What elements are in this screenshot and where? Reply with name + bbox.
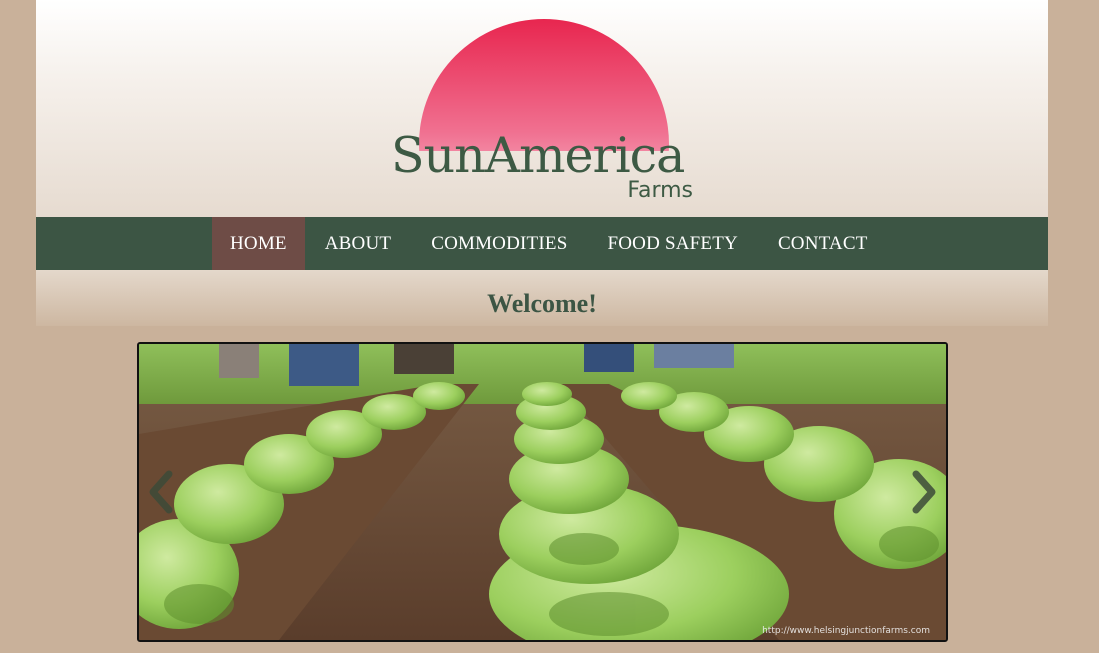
nav-item-commodities[interactable]: COMMODITIES [411, 217, 587, 270]
carousel-slide-image [139, 344, 946, 640]
image-credit: http://www.helsingjunctionfarms.com [762, 626, 930, 636]
logo-subtitle: Farms [627, 178, 693, 203]
chevron-right-icon [912, 470, 936, 514]
nav-item-food-safety[interactable]: FOOD SAFETY [587, 217, 757, 270]
page: SunAmerica Farms HOME ABOUT COMMODITIES … [36, 0, 1048, 653]
nav-item-contact[interactable]: CONTACT [758, 217, 888, 270]
nav-item-home[interactable]: HOME [212, 217, 305, 270]
carousel-next-button[interactable] [906, 468, 940, 516]
chevron-left-icon [149, 470, 173, 514]
site-header: SunAmerica Farms [36, 0, 1048, 217]
logo-name: SunAmerica [391, 127, 685, 184]
nav-list: HOME ABOUT COMMODITIES FOOD SAFETY CONTA… [212, 217, 888, 270]
image-carousel[interactable]: http://www.helsingjunctionfarms.com [137, 342, 948, 642]
welcome-heading: Welcome! [487, 289, 597, 318]
main-nav: HOME ABOUT COMMODITIES FOOD SAFETY CONTA… [36, 217, 1048, 270]
carousel-prev-button[interactable] [145, 468, 179, 516]
site-logo[interactable]: SunAmerica Farms [391, 14, 701, 210]
nav-item-about[interactable]: ABOUT [305, 217, 411, 270]
